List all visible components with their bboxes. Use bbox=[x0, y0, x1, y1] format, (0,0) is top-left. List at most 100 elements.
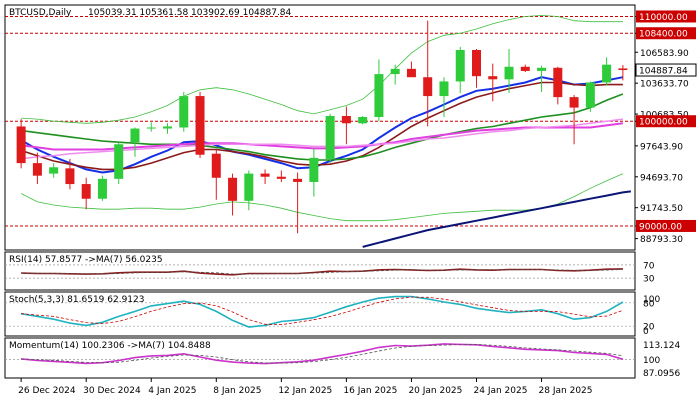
rsi-tick-label: 30 bbox=[643, 275, 655, 285]
candle[interactable] bbox=[163, 123, 172, 134]
price-tick-label: 97643.90 bbox=[640, 142, 683, 152]
candle-body bbox=[520, 66, 530, 71]
candle-body bbox=[423, 77, 433, 97]
momentum-label: Momentum(14) 100.2306 ->MA(7) 104.8488 bbox=[9, 341, 211, 351]
candle[interactable] bbox=[358, 115, 368, 125]
candle[interactable] bbox=[325, 113, 335, 164]
time-tick-label: 4 Jan 2025 bbox=[148, 386, 196, 396]
candle-body bbox=[260, 173, 270, 177]
candle-body bbox=[406, 68, 416, 78]
candle[interactable] bbox=[97, 175, 107, 201]
symbol-label: BTCUSD,Daily bbox=[9, 8, 72, 18]
rsi-tick-label: 70 bbox=[643, 261, 655, 271]
ohlc-readout: 105039.31 105361.58 103902.69 104887.84 bbox=[88, 8, 292, 18]
candle[interactable] bbox=[244, 170, 254, 211]
momentum-tick-label: 113.124 bbox=[643, 341, 680, 351]
overlay-blue-ma bbox=[20, 76, 624, 174]
candle[interactable] bbox=[585, 81, 595, 112]
candle[interactable] bbox=[211, 149, 221, 200]
candle-body bbox=[179, 96, 189, 128]
candle[interactable] bbox=[374, 59, 384, 122]
candle-body bbox=[537, 67, 547, 71]
candle[interactable] bbox=[341, 106, 351, 145]
momentum-panel[interactable]: 113.124 100 87.0956 Momentum(14) 100.2306 … bbox=[4, 337, 680, 379]
candle-body bbox=[569, 97, 579, 108]
candle-body bbox=[244, 173, 254, 201]
candle[interactable] bbox=[16, 119, 26, 169]
time-tick-label: 8 Jan 2025 bbox=[213, 386, 261, 396]
candle[interactable] bbox=[569, 95, 579, 145]
candle[interactable] bbox=[276, 170, 286, 182]
candle-body bbox=[358, 117, 368, 124]
candle-body bbox=[374, 74, 384, 118]
price-level-label: 108400.00 bbox=[639, 30, 688, 40]
overlay-magenta-ma bbox=[20, 122, 624, 151]
candle-body bbox=[81, 184, 91, 199]
momentum-tick-label: 87.0956 bbox=[643, 369, 680, 379]
candle[interactable] bbox=[553, 66, 563, 105]
price-axis: 110000.00 108400.00 106583.90 104887.84 1036… bbox=[635, 10, 697, 245]
stochastic-panel[interactable]: 10080200 Stoch(5,3,3) 81.6519 62.9123 bbox=[4, 291, 660, 337]
stochastic-label: Stoch(5,3,3) 81.6519 62.9123 bbox=[9, 295, 144, 305]
trading-chart[interactable]: BTCUSD,Daily 105039.31 105361.58 103902.… bbox=[0, 0, 700, 400]
candle-body bbox=[585, 82, 595, 108]
candle-body bbox=[32, 163, 42, 176]
candle[interactable] bbox=[260, 169, 270, 185]
candle-body bbox=[130, 128, 140, 143]
price-tick-label: 88793.30 bbox=[640, 235, 683, 245]
candle-body bbox=[114, 144, 124, 179]
candle-body bbox=[211, 153, 221, 178]
time-tick-label: 16 Jan 2025 bbox=[343, 386, 397, 396]
price-level-label: 110000.00 bbox=[639, 13, 688, 23]
candle-body bbox=[163, 126, 172, 129]
candle-body bbox=[228, 177, 238, 201]
rsi-panel[interactable]: 70 30 RSI(14) 57.8577 ->MA(7) 56.0235 bbox=[4, 251, 655, 291]
price-tick-label: 103633.70 bbox=[640, 80, 689, 90]
candle-body bbox=[504, 66, 514, 80]
momentum-tick-label: 100 bbox=[643, 356, 660, 366]
overlay-bb-upper bbox=[21, 14, 623, 124]
candle-body bbox=[602, 64, 612, 83]
candle[interactable] bbox=[81, 177, 91, 210]
candle-body bbox=[309, 157, 319, 182]
candle-body bbox=[325, 115, 335, 159]
price-tick-label: 91743.50 bbox=[640, 204, 683, 214]
candle[interactable] bbox=[130, 127, 140, 157]
candle[interactable] bbox=[195, 91, 205, 158]
candle[interactable] bbox=[488, 63, 498, 102]
overlay-pink-ma bbox=[21, 118, 623, 160]
price-tick-label: 94693.70 bbox=[640, 173, 683, 183]
candle[interactable] bbox=[455, 46, 465, 93]
candle[interactable] bbox=[472, 48, 481, 88]
stochastic-tick-label: 80 bbox=[643, 299, 655, 309]
candle[interactable] bbox=[390, 64, 400, 85]
main-price-panel[interactable]: BTCUSD,Daily 105039.31 105361.58 103902.… bbox=[4, 4, 697, 251]
candle-body bbox=[97, 178, 107, 199]
candle-body bbox=[293, 178, 303, 182]
candle[interactable] bbox=[439, 77, 449, 118]
price-level-label: 90000.00 bbox=[639, 222, 682, 232]
rsi-label: RSI(14) 57.8577 ->MA(7) 56.0235 bbox=[9, 255, 163, 265]
overlay-trendline bbox=[362, 190, 632, 248]
candle-body bbox=[472, 49, 481, 77]
price-tick-label: 106583.90 bbox=[640, 49, 689, 59]
candle-body bbox=[65, 168, 75, 185]
candle[interactable] bbox=[146, 122, 156, 132]
candle-body bbox=[276, 176, 286, 179]
candle-body bbox=[195, 96, 205, 155]
candle[interactable] bbox=[114, 142, 124, 185]
candle[interactable] bbox=[309, 148, 319, 197]
candle[interactable] bbox=[179, 91, 189, 132]
candle[interactable] bbox=[406, 61, 416, 78]
time-tick-label: 28 Jan 2025 bbox=[539, 386, 593, 396]
candle-body bbox=[341, 115, 351, 124]
candle-body bbox=[455, 49, 465, 82]
time-tick-label: 20 Jan 2025 bbox=[408, 386, 462, 396]
candle[interactable] bbox=[228, 173, 238, 216]
overlay-bb-lower bbox=[20, 173, 624, 222]
time-axis: 26 Dec 2024 30 Dec 2024 4 Jan 2025 8 Jan 20… bbox=[18, 378, 593, 396]
candle[interactable] bbox=[293, 172, 303, 234]
candle[interactable] bbox=[602, 57, 612, 86]
candle[interactable] bbox=[49, 163, 59, 178]
candle[interactable] bbox=[520, 64, 530, 72]
